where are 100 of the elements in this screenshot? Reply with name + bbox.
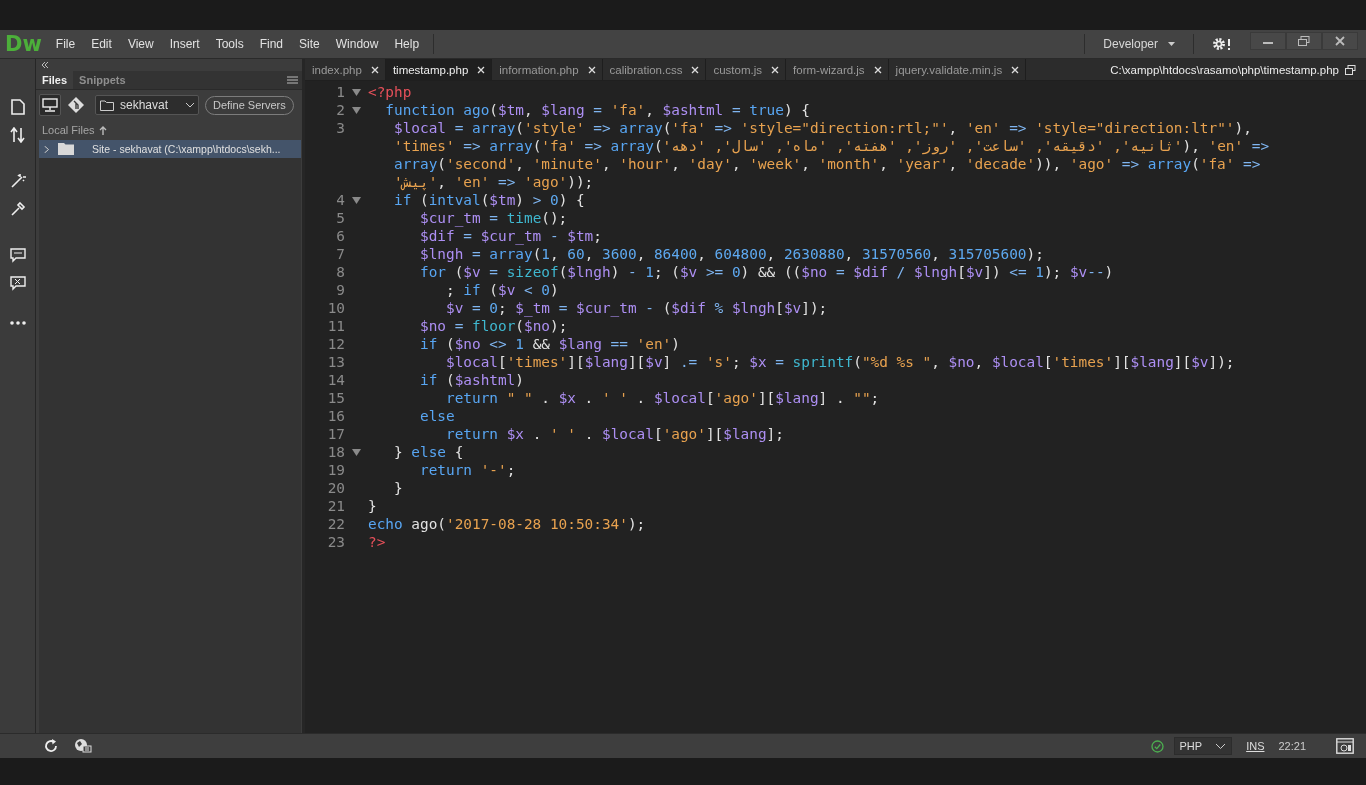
close-icon (690, 64, 701, 75)
code-line: <?php (368, 83, 412, 101)
fold-icon[interactable] (352, 448, 361, 456)
diamond-icon (68, 97, 84, 113)
line-number: 1 (335, 83, 345, 101)
minimize-button[interactable] (1250, 32, 1286, 50)
code-line: } (368, 497, 377, 515)
close-icon (1010, 64, 1021, 75)
collapse-icon[interactable] (41, 62, 49, 68)
folder-icon (58, 143, 74, 155)
workspace-dropdown[interactable]: Developer (1091, 37, 1187, 51)
app-logo: Dw (4, 32, 43, 56)
line-number: 16 (326, 407, 345, 425)
menu-item[interactable]: File (47, 37, 84, 51)
cursor-position: 22:21 (1278, 740, 1306, 752)
menu-item[interactable]: Help (386, 37, 428, 51)
code-line: $dif = $cur_tm - $tm; (418, 227, 602, 245)
document-tab[interactable]: calibration.css (602, 59, 707, 80)
settings-icon[interactable] (1212, 37, 1232, 51)
code-line: return $x . ' ' . $local['ago'][$lang]; (444, 425, 784, 443)
code-line: $local['times'][$lang][$v] .= 's'; $x = sprintf("%d %s ", $no, $local['times'][$lang][$v]); (444, 353, 1235, 371)
code-line: if (intval($tm) > 0) { (393, 191, 585, 209)
code-line: else (418, 407, 455, 425)
line-number: 14 (326, 371, 345, 389)
code-line: for ($v = sizeof($lngh) - 1; ($v >= 0) && (($no = $dif / $lngh[$v]) <= 1); $v--) (418, 263, 1114, 281)
close-icon (872, 64, 883, 75)
menu-item[interactable]: Tools (207, 37, 252, 51)
code-line: array('second', 'minute', 'hour', 'day', 'week', 'month', 'year', 'decade')), 'ago' => array('fa' => (393, 155, 1261, 173)
chevron-icon (1216, 743, 1226, 749)
line-number: 12 (326, 335, 345, 353)
line-number: 15 (326, 389, 345, 407)
code-line: $cur_tm = time(); (418, 209, 568, 227)
close-icon (586, 64, 597, 75)
line-number: 20 (326, 479, 345, 497)
line-number: 7 (335, 245, 345, 263)
line-number: 2 (335, 101, 345, 119)
code-line: echo ago('2017-08-28 10:50:34'); (368, 515, 646, 533)
site-dropdown[interactable]: sekhavat (95, 95, 199, 115)
code-line: ?> (368, 533, 386, 551)
document-tab[interactable]: information.php (492, 59, 603, 80)
define-servers-button[interactable]: Define Servers (205, 95, 294, 115)
line-number: 5 (335, 209, 345, 227)
line-number: 23 (326, 533, 345, 551)
line-number: 11 (326, 317, 345, 335)
more-icon[interactable] (9, 321, 26, 325)
document-tab[interactable]: jquery.validate.min.js (888, 59, 1027, 80)
connect-button[interactable] (39, 94, 61, 116)
code-line: } else { (393, 443, 464, 461)
menu-item[interactable]: Insert (161, 37, 208, 51)
document-tab[interactable]: timestamp.php (385, 59, 493, 80)
menu-item[interactable]: Site (291, 37, 328, 51)
line-number: 19 (326, 461, 345, 479)
panel-tab[interactable]: Files (36, 71, 74, 89)
code-line: $v = 0; $_tm = $cur_tm - ($dif % $lngh[$v]); (444, 299, 828, 317)
menu-item[interactable]: Window (327, 37, 387, 51)
document-icon[interactable] (9, 99, 26, 115)
transfer-icon[interactable] (9, 127, 26, 143)
line-number: 21 (326, 497, 345, 515)
code-line: return '-'; (418, 461, 516, 479)
close-button[interactable] (1322, 32, 1358, 50)
tree-item[interactable]: Site - sekhavat (C:\xampp\htdocs\sekh... (39, 140, 301, 158)
insert-mode[interactable]: INS (1246, 740, 1265, 752)
restore-icon[interactable] (1345, 64, 1356, 75)
monitor-icon (42, 98, 58, 112)
chevron-icon (43, 145, 50, 153)
fold-icon[interactable] (352, 88, 361, 96)
chevron-icon (186, 102, 194, 108)
globe-chat-icon[interactable] (74, 738, 92, 754)
code-line: if ($no <> 1 && $lang == 'en') (418, 335, 680, 353)
line-number: 8 (335, 263, 345, 281)
code-line: return " " . $x . ' ' . $local['ago'][$lang] . ""; (444, 389, 880, 407)
valid-check-icon (1150, 739, 1164, 753)
wand-icon[interactable] (9, 173, 26, 189)
preview-icon[interactable] (1336, 738, 1354, 754)
document-tab[interactable]: form-wizard.js (786, 59, 889, 80)
menu-item[interactable]: Edit (83, 37, 120, 51)
comment-icon[interactable] (9, 247, 26, 263)
line-number: 10 (326, 299, 345, 317)
folder-icon (100, 99, 114, 111)
fold-icon[interactable] (352, 106, 361, 114)
menu-item[interactable]: View (119, 37, 162, 51)
restore-button[interactable] (1286, 32, 1322, 50)
menu-item[interactable]: Find (251, 37, 292, 51)
code-line: function ago($tm, $lang = 'fa', $ashtml = true) { (384, 101, 810, 119)
menu-icon[interactable] (287, 76, 298, 84)
close-icon (770, 64, 781, 75)
code-line: $local = array('style' => array('fa' => 'style="direction:rtl;"', 'en' => 'style="direction:ltr"'), (393, 119, 1252, 137)
fold-icon[interactable] (352, 196, 361, 204)
refresh-icon[interactable] (44, 739, 58, 753)
language-dropdown[interactable]: PHP (1173, 737, 1233, 755)
document-tab[interactable]: index.php (305, 59, 386, 80)
comment-remove-icon[interactable] (9, 275, 26, 291)
panel-tab[interactable]: Snippets (73, 71, 132, 89)
line-number: 9 (335, 281, 345, 299)
caret-icon (1168, 42, 1175, 46)
document-tab[interactable]: custom.js (706, 59, 787, 80)
sort-arrow-icon[interactable] (98, 125, 107, 135)
code-line: if ($ashtml) (418, 371, 524, 389)
local-files-header: Local Files (42, 124, 95, 136)
restore-icon (1298, 36, 1310, 46)
